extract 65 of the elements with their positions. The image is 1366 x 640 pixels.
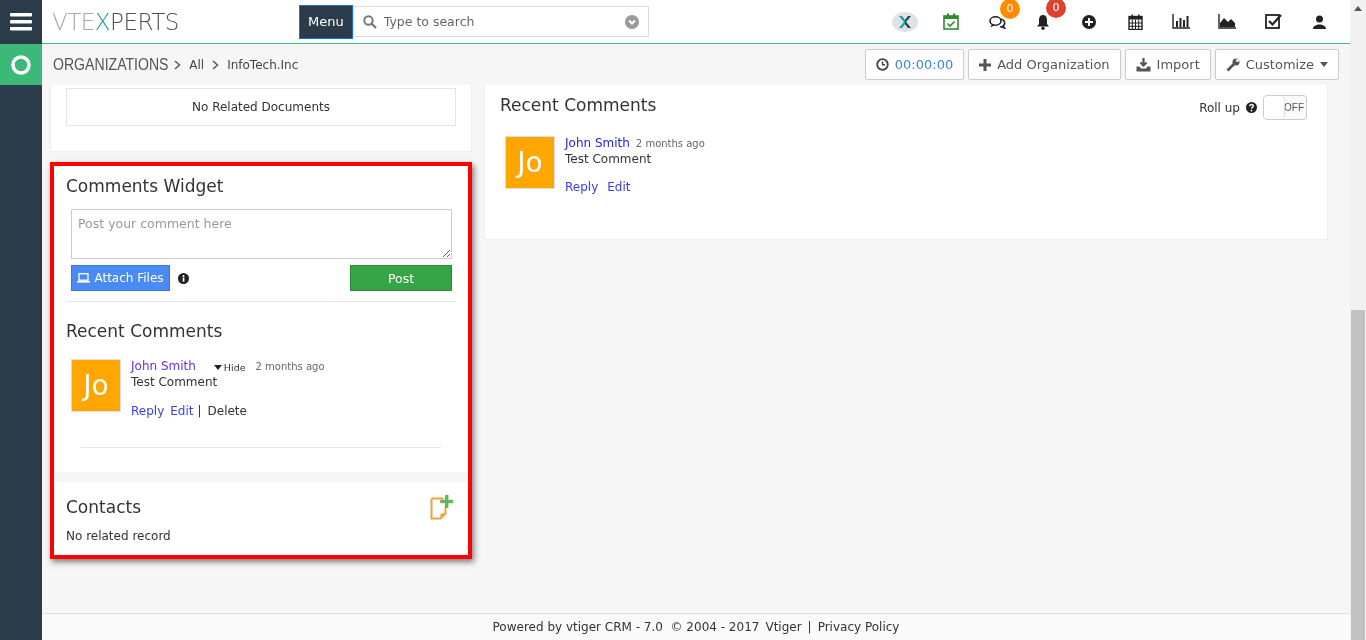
- copyright-text: Powered by vtiger CRM - 7.0 © 2004 - 2017: [492, 620, 760, 634]
- action-link[interactable]: Reply: [131, 404, 165, 418]
- import-button[interactable]: Import: [1124, 49, 1211, 80]
- action-link[interactable]: Reply: [565, 180, 599, 194]
- area-chart-icon[interactable]: [1218, 14, 1236, 29]
- comment-text: Test Comment: [565, 152, 653, 166]
- footer-link[interactable]: Privacy Policy: [817, 620, 900, 634]
- caret-icon: [213, 365, 222, 370]
- action-link[interactable]: Delete: [207, 404, 247, 418]
- breadcrumb-link[interactable]: All: [189, 57, 205, 72]
- search-field[interactable]: Type to search: [352, 6, 649, 37]
- action-link[interactable]: Edit: [170, 404, 194, 418]
- comment-text: Test Comment: [131, 375, 219, 389]
- calendar-icon[interactable]: [1127, 13, 1143, 30]
- caret-icon: [1320, 62, 1328, 67]
- timer-button[interactable]: 00:00:00: [864, 49, 965, 80]
- menu-button[interactable]: Menu: [299, 4, 353, 39]
- calendar-check-icon[interactable]: [943, 13, 959, 30]
- module-title[interactable]: ORGANIZATIONS: [53, 55, 169, 74]
- chevron-icon: [212, 59, 220, 70]
- section-title: Contacts: [66, 497, 141, 517]
- info-icon[interactable]: [178, 272, 189, 284]
- customize-button[interactable]: Customize: [1214, 49, 1339, 80]
- comment-input[interactable]: Post your comment here: [71, 209, 452, 259]
- checkbox-icon[interactable]: [1264, 13, 1282, 30]
- action-link[interactable]: Edit: [607, 180, 631, 194]
- laptop-icon: [77, 273, 91, 283]
- section-title: Recent Comments: [66, 321, 224, 341]
- add-organization-button[interactable]: Add Organization: [968, 49, 1121, 80]
- search-icon: [362, 15, 377, 29]
- footer-link[interactable]: Vtiger: [765, 620, 802, 634]
- author-link[interactable]: John Smith: [565, 136, 630, 150]
- avatar: Jo: [71, 359, 121, 412]
- scrollbar[interactable]: [1350, 0, 1366, 640]
- empty-message: No related record: [66, 529, 172, 543]
- section-title: Recent Comments: [500, 95, 657, 117]
- comments-icon[interactable]: [988, 14, 1006, 29]
- dropdown-icon[interactable]: [624, 15, 639, 29]
- widget-title: Comments Widget: [66, 176, 225, 196]
- empty-message: No Related Documents: [66, 88, 456, 126]
- count-badge: 0: [1046, 0, 1066, 18]
- timestamp: 2 months ago: [255, 361, 325, 372]
- separator-text: |: [807, 620, 812, 634]
- hide-toggle[interactable]: Hide: [201, 362, 246, 373]
- count-badge: 0: [1000, 0, 1020, 19]
- bell-icon[interactable]: [1036, 13, 1050, 30]
- wrench-icon: [1225, 57, 1240, 72]
- bar-chart-icon[interactable]: [1172, 14, 1190, 29]
- brand-x-icon[interactable]: [892, 11, 918, 32]
- timestamp: 2 months ago: [635, 138, 705, 149]
- download-icon: [1135, 57, 1151, 72]
- scroll-up-icon[interactable]: [1354, 6, 1362, 11]
- breadcrumb-link[interactable]: InfoTech.Inc: [227, 57, 299, 72]
- chevron-icon: [174, 59, 182, 70]
- separator-text: |: [197, 404, 202, 418]
- author-link[interactable]: John Smith: [131, 359, 196, 373]
- clock-icon: [875, 58, 889, 71]
- rollup-toggle[interactable]: OFF: [1263, 95, 1307, 120]
- avatar: Jo: [505, 136, 555, 189]
- logo[interactable]: VTEXPERTS: [52, 8, 299, 35]
- user-icon[interactable]: [1312, 14, 1326, 29]
- help-icon[interactable]: [1246, 102, 1257, 113]
- plus-icon: [979, 58, 992, 71]
- rollup-label: Roll up: [1199, 100, 1240, 115]
- add-icon[interactable]: [1082, 14, 1096, 29]
